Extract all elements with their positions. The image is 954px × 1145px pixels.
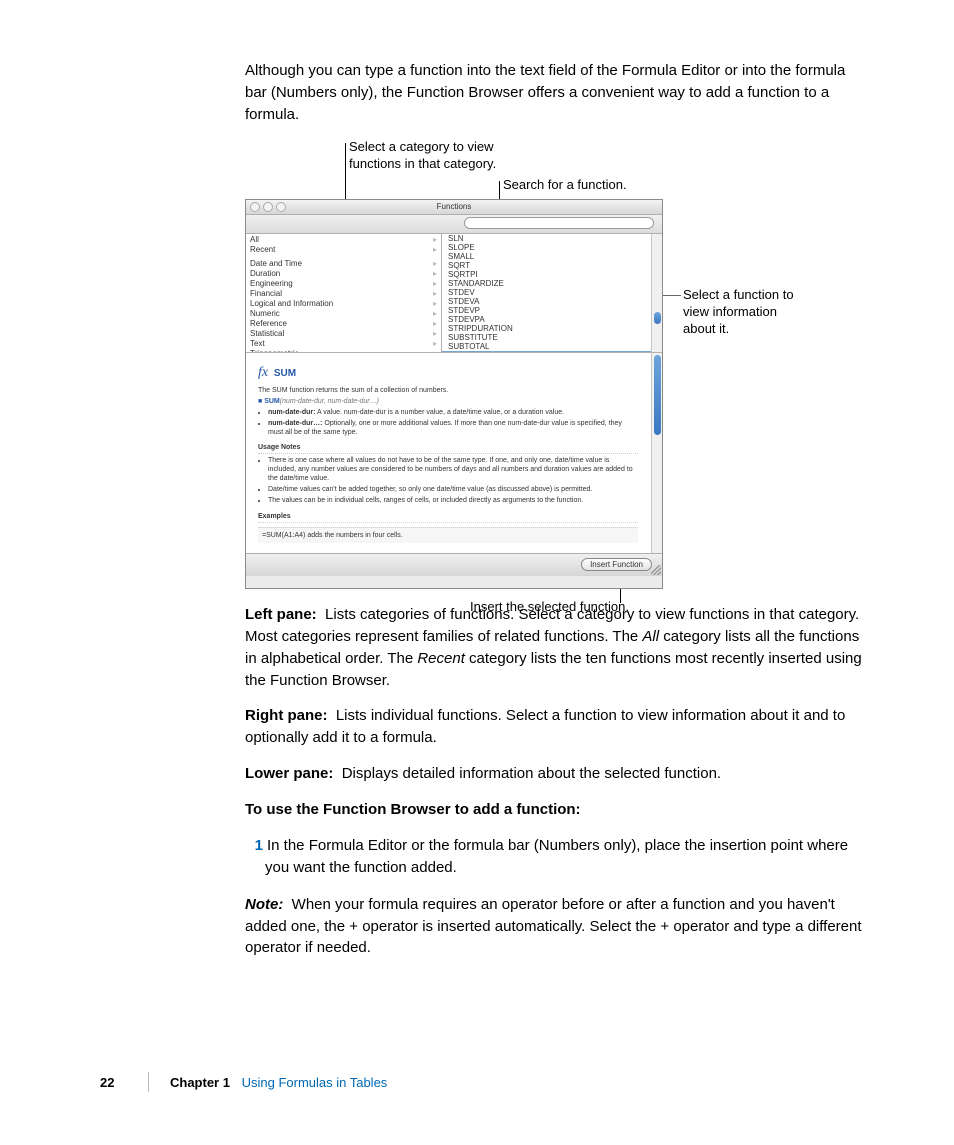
traffic-lights[interactable]	[250, 202, 286, 212]
fx-icon: fx	[258, 365, 268, 380]
detail-description: The SUM function returns the sum of a co…	[258, 386, 638, 395]
window-footer: Insert Function	[246, 553, 662, 576]
window-title: Functions	[437, 202, 472, 211]
category-item[interactable]: Duration▸	[246, 269, 441, 279]
category-item[interactable]: Reference▸	[246, 319, 441, 329]
search-row	[246, 215, 662, 234]
function-item[interactable]: STANDARDIZE	[442, 279, 662, 288]
category-item[interactable]: Financial▸	[246, 289, 441, 299]
minimize-icon[interactable]	[263, 202, 273, 212]
scrollbar-thumb[interactable]	[654, 355, 661, 435]
function-item[interactable]: STRIPDURATION	[442, 324, 662, 333]
arg-item: num-date-dur…: Optionally, one or more a…	[268, 419, 638, 437]
howto-heading: To use the Function Browser to add a fun…	[245, 799, 865, 821]
function-list-pane: SLNSLOPESMALLSQRTSQRTPISTANDARDIZESTDEVS…	[442, 234, 662, 352]
usage-notes-heading: Usage Notes	[258, 443, 638, 454]
insert-function-button[interactable]: Insert Function	[581, 558, 652, 571]
category-item[interactable]: Recent▸	[246, 245, 441, 255]
lower-pane-description: Lower pane: Displays detailed informatio…	[245, 763, 865, 785]
category-item[interactable]: All▸	[246, 235, 441, 245]
chapter-label: Chapter 1 Using Formulas in Tables	[170, 1074, 387, 1093]
function-item[interactable]: SMALL	[442, 252, 662, 261]
step-note: Note: When your formula requires an oper…	[245, 894, 865, 959]
function-item[interactable]: SLN	[442, 234, 662, 243]
detail-signature: ■ SUM(num-date-dur, num-date-dur…)	[258, 397, 638, 406]
scrollbar[interactable]	[651, 234, 662, 352]
usage-note-item: There is one case where all values do no…	[268, 456, 638, 483]
function-item[interactable]: SUBSTITUTE	[442, 333, 662, 342]
category-item[interactable]: Date and Time▸	[246, 259, 441, 269]
page-number: 22	[100, 1074, 114, 1093]
category-list[interactable]: All▸Recent▸ Date and Time▸Duration▸Engine…	[246, 234, 442, 352]
callout-category: Select a category to view functions in t…	[349, 139, 499, 173]
function-item[interactable]: STDEVA	[442, 297, 662, 306]
function-item[interactable]: STDEVP	[442, 306, 662, 315]
function-item[interactable]: SUBTOTAL	[442, 342, 662, 351]
window-titlebar: Functions	[246, 200, 662, 215]
examples-heading: Examples	[258, 512, 638, 523]
usage-notes-list: There is one case where all values do no…	[258, 456, 638, 505]
callout-insert: Insert the selected function.	[470, 599, 629, 616]
function-item[interactable]: SQRT	[442, 261, 662, 270]
footer-divider	[148, 1072, 149, 1092]
search-input[interactable]	[464, 217, 654, 229]
function-browser-window: Functions All▸Recent▸ Date and Time▸Durat…	[245, 199, 663, 589]
step-number: 1	[245, 835, 267, 857]
left-pane-description: Left pane: Lists categories of functions…	[245, 604, 865, 691]
scrollbar[interactable]	[651, 353, 662, 553]
category-item[interactable]: Logical and Information▸	[246, 299, 441, 309]
close-icon[interactable]	[250, 202, 260, 212]
callout-select-function: Select a function to view information ab…	[683, 287, 813, 338]
zoom-icon[interactable]	[276, 202, 286, 212]
function-item[interactable]: STDEVPA	[442, 315, 662, 324]
category-item[interactable]: Engineering▸	[246, 279, 441, 289]
right-pane-description: Right pane: Lists individual functions. …	[245, 705, 865, 749]
function-item[interactable]: STDEV	[442, 288, 662, 297]
detail-pane: fx SUM The SUM function returns the sum …	[246, 353, 662, 553]
scrollbar-thumb[interactable]	[654, 312, 661, 324]
function-browser-figure: Select a category to view functions in t…	[245, 139, 915, 604]
category-item[interactable]: Statistical▸	[246, 329, 441, 339]
callout-search: Search for a function.	[503, 177, 627, 194]
function-item[interactable]: SQRTPI	[442, 270, 662, 279]
category-item[interactable]: Trigonometric▸	[246, 349, 441, 352]
example-box: =SUM(A1:A4) adds the numbers in four cel…	[258, 527, 638, 543]
usage-note-item: Date/time values can't be added together…	[268, 485, 638, 494]
detail-fn-name: SUM	[274, 368, 296, 379]
detail-heading: fx SUM	[258, 363, 650, 383]
args-list: num-date-dur: A value. num-date-dur is a…	[258, 408, 638, 437]
category-item[interactable]: Numeric▸	[246, 309, 441, 319]
function-list[interactable]: SLNSLOPESMALLSQRTSQRTPISTANDARDIZESTDEVS…	[442, 234, 662, 352]
category-item[interactable]: Text▸	[246, 339, 441, 349]
step-1: 1In the Formula Editor or the formula ba…	[265, 835, 865, 879]
resize-grip-icon[interactable]	[651, 565, 661, 575]
arg-item: num-date-dur: A value. num-date-dur is a…	[268, 408, 638, 417]
intro-paragraph: Although you can type a function into th…	[245, 60, 865, 125]
usage-note-item: The values can be in individual cells, r…	[268, 496, 638, 505]
page-footer: 22 Chapter 1 Using Formulas in Tables	[100, 1074, 954, 1104]
function-item[interactable]: SUM	[442, 351, 662, 352]
function-item[interactable]: SLOPE	[442, 243, 662, 252]
